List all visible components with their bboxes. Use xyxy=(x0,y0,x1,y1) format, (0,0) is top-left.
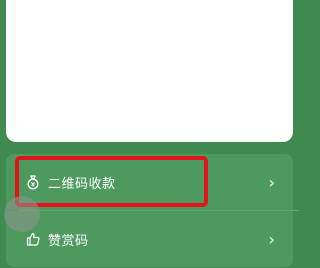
content-card xyxy=(6,0,293,142)
menu-item-reward-code[interactable]: 赞赏码 › xyxy=(6,211,293,267)
chevron-right-icon: › xyxy=(268,172,275,192)
thumb-up-icon xyxy=(24,230,42,248)
screen: 二维码收款 › 赞赏码 › xyxy=(0,0,299,268)
menu-item-label: 赞赏码 xyxy=(48,233,89,249)
floating-assist-button[interactable] xyxy=(4,196,40,232)
chevron-right-icon: › xyxy=(268,229,275,249)
menu-item-qr-payment[interactable]: 二维码收款 › xyxy=(6,154,293,210)
menu-item-label: 二维码收款 xyxy=(48,176,116,192)
money-bag-icon xyxy=(24,173,42,191)
